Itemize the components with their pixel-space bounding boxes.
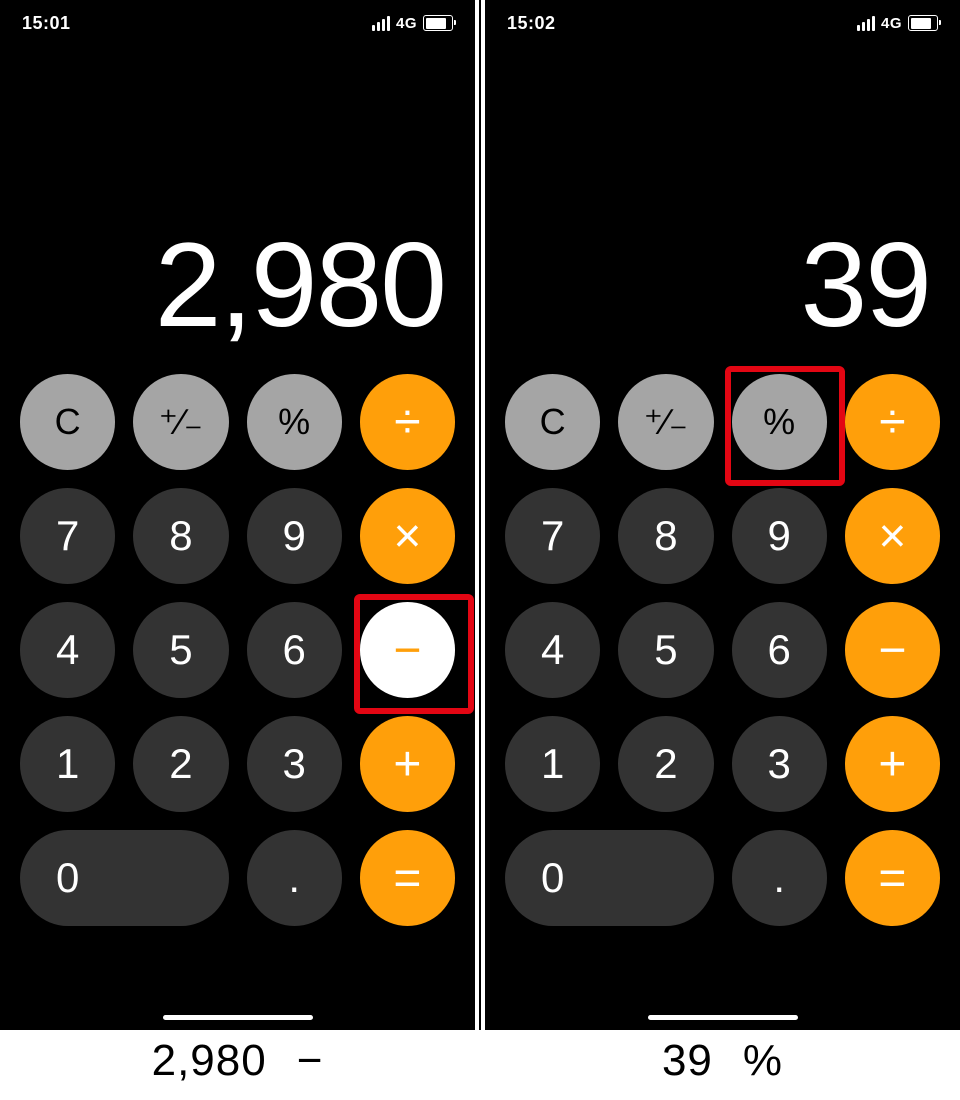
digit-4-button[interactable]: 4 <box>20 602 115 698</box>
status-right: 4G <box>857 15 938 32</box>
percent-button[interactable]: % <box>247 374 342 470</box>
calculator-display: 39 <box>485 195 930 345</box>
multiply-button[interactable]: × <box>360 488 455 584</box>
minus-button[interactable]: − <box>845 602 940 698</box>
digit-1-button[interactable]: 1 <box>20 716 115 812</box>
digit-8-button[interactable]: 8 <box>618 488 713 584</box>
comparison-stage: 15:01 4G 2,980 C ⁺∕₋ % ÷ 7 8 9 <box>0 0 960 1100</box>
home-indicator[interactable] <box>163 1015 313 1020</box>
digit-4-button[interactable]: 4 <box>505 602 600 698</box>
keypad: C ⁺∕₋ % ÷ 7 8 9 × 4 5 6 − <box>20 374 455 944</box>
caption-value: 39 <box>662 1036 713 1085</box>
status-bar: 15:02 4G <box>485 0 960 46</box>
clear-button[interactable]: C <box>505 374 600 470</box>
phone-left: 15:01 4G 2,980 C ⁺∕₋ % ÷ 7 8 9 <box>0 0 475 1030</box>
clear-button[interactable]: C <box>20 374 115 470</box>
digit-0-button[interactable]: 0 <box>20 830 229 926</box>
digit-7-button[interactable]: 7 <box>505 488 600 584</box>
battery-icon <box>908 15 938 31</box>
digit-7-button[interactable]: 7 <box>20 488 115 584</box>
digit-0-button[interactable]: 0 <box>505 830 714 926</box>
calculator-display: 2,980 <box>0 195 445 345</box>
digit-9-button[interactable]: 9 <box>247 488 342 584</box>
caption-op: − <box>297 1036 324 1085</box>
digit-2-button[interactable]: 2 <box>618 716 713 812</box>
phone-pair: 15:01 4G 2,980 C ⁺∕₋ % ÷ 7 8 9 <box>0 0 960 1030</box>
plus-button[interactable]: + <box>360 716 455 812</box>
digit-8-button[interactable]: 8 <box>133 488 228 584</box>
digit-3-button[interactable]: 3 <box>247 716 342 812</box>
caption-left: 2,980− <box>0 1036 475 1086</box>
plus-button[interactable]: + <box>845 716 940 812</box>
phone-right: 15:02 4G 39 C ⁺∕₋ % ÷ 7 8 9 <box>485 0 960 1030</box>
percent-button[interactable]: % <box>732 374 827 470</box>
caption-op: % <box>743 1036 783 1085</box>
digit-3-button[interactable]: 3 <box>732 716 827 812</box>
status-right: 4G <box>372 15 453 32</box>
minus-button[interactable]: − <box>360 602 455 698</box>
signal-icon <box>372 16 390 31</box>
status-time: 15:02 <box>507 13 556 34</box>
caption-right: 39% <box>485 1036 960 1086</box>
battery-icon <box>423 15 453 31</box>
digit-1-button[interactable]: 1 <box>505 716 600 812</box>
status-bar: 15:01 4G <box>0 0 475 46</box>
keypad: C ⁺∕₋ % ÷ 7 8 9 × 4 5 6 − <box>505 374 940 944</box>
divide-button[interactable]: ÷ <box>845 374 940 470</box>
digit-6-button[interactable]: 6 <box>732 602 827 698</box>
equals-button[interactable]: = <box>360 830 455 926</box>
decimal-button[interactable]: . <box>247 830 342 926</box>
multiply-button[interactable]: × <box>845 488 940 584</box>
status-time: 15:01 <box>22 13 71 34</box>
home-indicator[interactable] <box>648 1015 798 1020</box>
signal-icon <box>857 16 875 31</box>
digit-6-button[interactable]: 6 <box>247 602 342 698</box>
digit-5-button[interactable]: 5 <box>133 602 228 698</box>
digit-2-button[interactable]: 2 <box>133 716 228 812</box>
digit-5-button[interactable]: 5 <box>618 602 713 698</box>
divide-button[interactable]: ÷ <box>360 374 455 470</box>
sign-button[interactable]: ⁺∕₋ <box>618 374 713 470</box>
network-label: 4G <box>881 15 902 32</box>
equals-button[interactable]: = <box>845 830 940 926</box>
network-label: 4G <box>396 15 417 32</box>
caption-value: 2,980 <box>152 1036 267 1085</box>
sign-button[interactable]: ⁺∕₋ <box>133 374 228 470</box>
decimal-button[interactable]: . <box>732 830 827 926</box>
digit-9-button[interactable]: 9 <box>732 488 827 584</box>
